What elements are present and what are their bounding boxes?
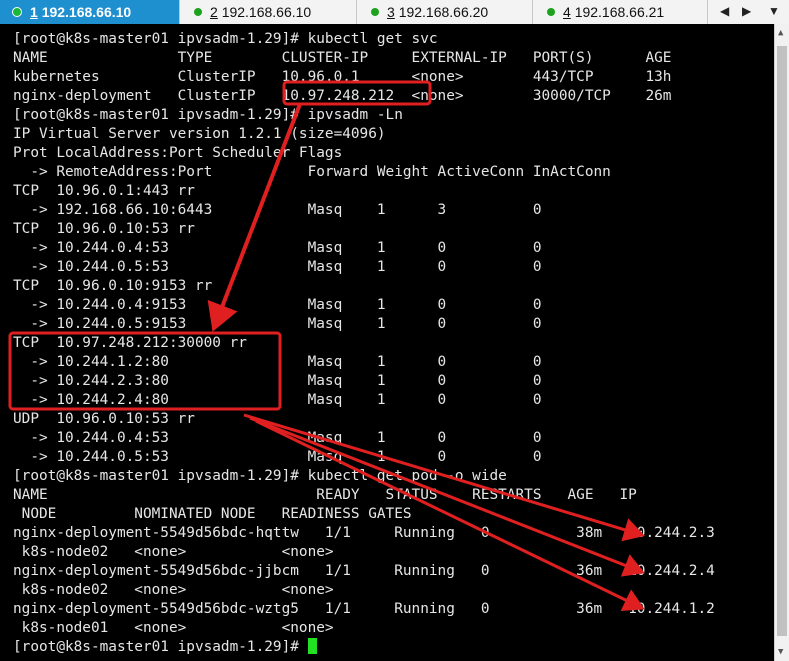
arrow-to-pod-ip-3 <box>255 419 645 611</box>
arrow-to-pod-ip-2 <box>249 416 645 577</box>
arrow-cluster-ip-to-ipvs <box>207 103 302 332</box>
arrow-to-pod-ip-1 <box>243 413 645 542</box>
annotation-overlay <box>8 80 645 611</box>
cluster-ip-highlight-box <box>282 80 432 106</box>
ipvs-service-highlight-box <box>8 331 282 411</box>
